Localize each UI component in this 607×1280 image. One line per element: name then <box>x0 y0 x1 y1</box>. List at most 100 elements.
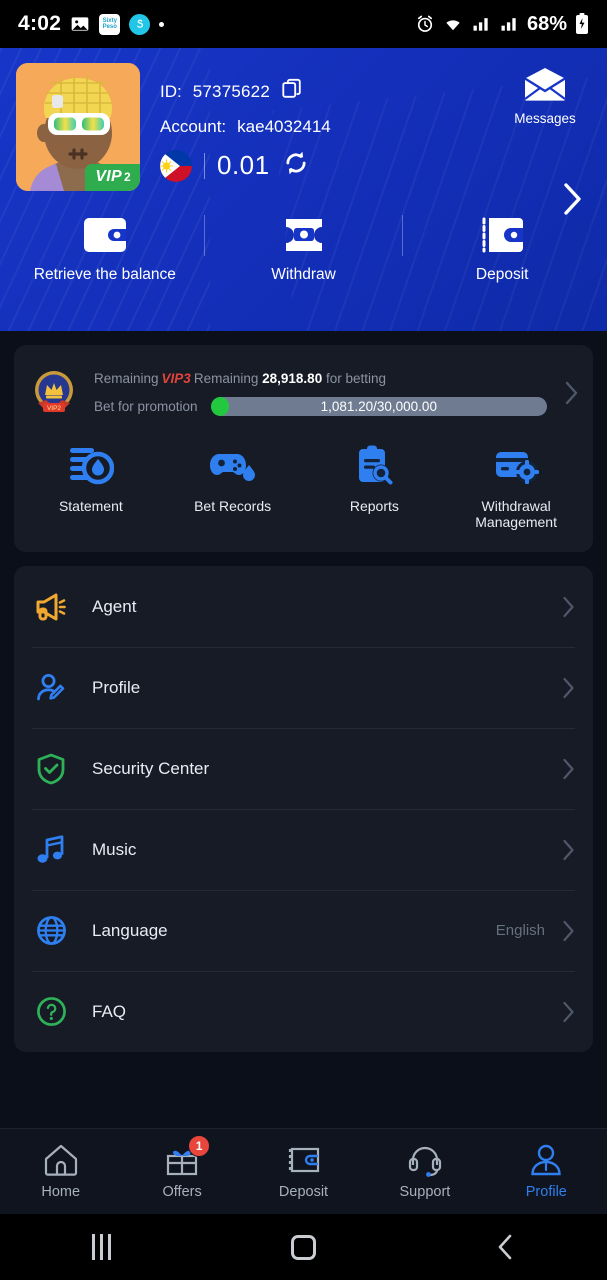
menu-item-music-chevron <box>555 838 575 862</box>
recents-icon <box>91 1234 111 1260</box>
android-recents-button[interactable] <box>0 1234 202 1260</box>
quick-action-withdrawal-management[interactable]: Withdrawal Management <box>445 443 587 530</box>
menu-item-agent-chevron <box>555 595 575 619</box>
menu-item-faq[interactable]: FAQ <box>14 971 593 1052</box>
chevron-right-icon <box>563 677 574 698</box>
messages-button[interactable]: Messages <box>497 66 593 126</box>
game-controller-icon <box>162 443 304 489</box>
bet-for-promotion-label: Bet for promotion <box>94 398 198 414</box>
envelope-icon <box>524 68 566 101</box>
deposit-wallet-icon <box>243 1139 364 1181</box>
bottom-navigation: Home 1 Offers Deposit Support Profile <box>0 1128 607 1214</box>
user-id-label: ID: <box>160 81 182 101</box>
menu-item-music[interactable]: Music <box>14 809 593 890</box>
nav-item-profile[interactable]: Profile <box>486 1139 607 1200</box>
vip-remaining-line: Remaining VIP3 Remaining 28,918.80 for bet… <box>94 371 547 386</box>
withdrawal-management-icon <box>445 443 587 489</box>
nav-item-home-label: Home <box>41 1184 81 1200</box>
header-action-bar: Retrieve the balance Withdraw Deposit <box>0 209 607 284</box>
menu-item-music-label: Music <box>92 839 137 859</box>
vip-quick-card: VIP2 Remaining VIP3 Remaining 28,918.80 fo… <box>14 345 593 553</box>
quick-action-bet-records-label: Bet Records <box>194 498 272 514</box>
shopee-app-icon <box>129 13 151 35</box>
nav-item-deposit-label: Deposit <box>278 1184 329 1200</box>
vip-progress-bar: 1,081.20/30,000.00 <box>210 396 547 416</box>
person-icon <box>486 1139 607 1181</box>
nav-item-support[interactable]: Support <box>364 1139 485 1200</box>
quick-action-reports[interactable]: Reports <box>304 443 446 530</box>
account-label: Account: <box>160 117 227 136</box>
dot-indicator-icon <box>159 21 165 27</box>
chevron-right-icon <box>563 758 574 779</box>
chevron-right-icon <box>565 381 578 405</box>
sixty-peso-app-icon: Sixty Peso <box>99 13 121 35</box>
refresh-balance-button[interactable] <box>282 149 310 182</box>
menu-item-faq-chevron <box>555 1000 575 1024</box>
statement-icon <box>20 443 162 489</box>
chevron-right-icon <box>563 920 574 941</box>
quick-action-bet-records[interactable]: Bet Records <box>162 443 304 530</box>
alarm-icon <box>417 15 433 32</box>
quick-action-statement[interactable]: Statement <box>20 443 162 530</box>
retrieve-balance-button[interactable]: Retrieve the balance <box>6 209 204 284</box>
balance-row: 0.01 <box>160 149 591 182</box>
svg-text:VIP2: VIP2 <box>47 405 61 412</box>
copy-id-button[interactable] <box>281 78 303 105</box>
music-note-icon <box>32 834 70 866</box>
menu-item-security-center-label: Security Center <box>92 758 210 778</box>
menu-item-profile-chevron <box>555 676 575 700</box>
main-content: VIP2 Remaining VIP3 Remaining 28,918.80 fo… <box>0 331 607 1128</box>
signal-icon <box>473 18 488 31</box>
settings-menu-card: Agent Profile Security Center Music Lang… <box>14 566 593 1053</box>
status-bar-right: 68% <box>415 13 589 36</box>
retrieve-balance-label: Retrieve the balance <box>33 266 176 283</box>
signal-icon-2 <box>501 18 516 31</box>
nav-item-home[interactable]: Home <box>0 1139 121 1200</box>
avatar[interactable]: VIP 2 <box>16 63 140 191</box>
question-circle-icon <box>32 996 70 1027</box>
vip-row-chevron[interactable] <box>553 380 579 406</box>
copy-icon <box>282 78 301 98</box>
philippines-flag-icon <box>160 149 192 182</box>
menu-item-language[interactable]: Language English <box>14 890 593 971</box>
vip-remaining-prefix: Remaining <box>94 370 159 386</box>
vip-progress-text: Remaining VIP3 Remaining 28,918.80 for bet… <box>80 371 553 416</box>
status-bar-left: 4:02 Sixty Peso <box>18 12 165 36</box>
menu-item-language-label: Language <box>92 920 168 940</box>
deposit-label: Deposit <box>475 266 529 283</box>
megaphone-icon <box>32 592 70 622</box>
quick-actions-row: Statement Bet Records Reports Withdrawal… <box>14 437 593 552</box>
refresh-icon <box>286 151 306 175</box>
back-chevron-icon <box>498 1234 512 1260</box>
shield-check-icon <box>32 753 70 785</box>
battery-percentage: 68% <box>526 12 567 35</box>
vip-badge-level: 2 <box>124 170 131 184</box>
sixty-peso-app-icon-text: Sixty Peso <box>102 18 117 30</box>
nav-item-deposit[interactable]: Deposit <box>243 1139 364 1200</box>
withdraw-button[interactable]: Withdraw <box>205 209 403 284</box>
quick-action-reports-label: Reports <box>349 498 399 514</box>
app-screen: 4:02 Sixty Peso 68% Messages VIP 2 ID: 5… <box>0 0 607 1280</box>
chevron-right-icon <box>563 839 574 860</box>
vip-progress-row[interactable]: VIP2 Remaining VIP3 Remaining 28,918.80 fo… <box>14 345 593 437</box>
menu-item-faq-label: FAQ <box>92 1001 127 1021</box>
vip-medal-icon: VIP2 <box>28 367 80 419</box>
header-chevron-button[interactable] <box>559 180 585 223</box>
menu-item-agent[interactable]: Agent <box>14 566 593 647</box>
status-bar: 4:02 Sixty Peso 68% <box>0 0 607 48</box>
gift-icon: 1 <box>121 1135 242 1181</box>
menu-item-language-chevron <box>555 919 575 943</box>
home-square-icon <box>290 1234 316 1260</box>
chevron-right-icon <box>563 1001 574 1022</box>
menu-item-security-center[interactable]: Security Center <box>14 728 593 809</box>
menu-item-language-value: English <box>495 922 545 940</box>
nav-item-offers-label: Offers <box>162 1184 202 1200</box>
globe-icon <box>32 915 70 946</box>
nav-item-offers[interactable]: 1 Offers <box>121 1135 242 1200</box>
menu-item-profile[interactable]: Profile <box>14 647 593 728</box>
android-back-button[interactable] <box>405 1232 607 1262</box>
android-home-button[interactable] <box>202 1234 404 1260</box>
menu-item-agent-label: Agent <box>92 596 137 616</box>
s-glyph-icon <box>136 19 143 28</box>
vip-progress-value: 1,081.20/30,000.00 <box>320 398 437 414</box>
